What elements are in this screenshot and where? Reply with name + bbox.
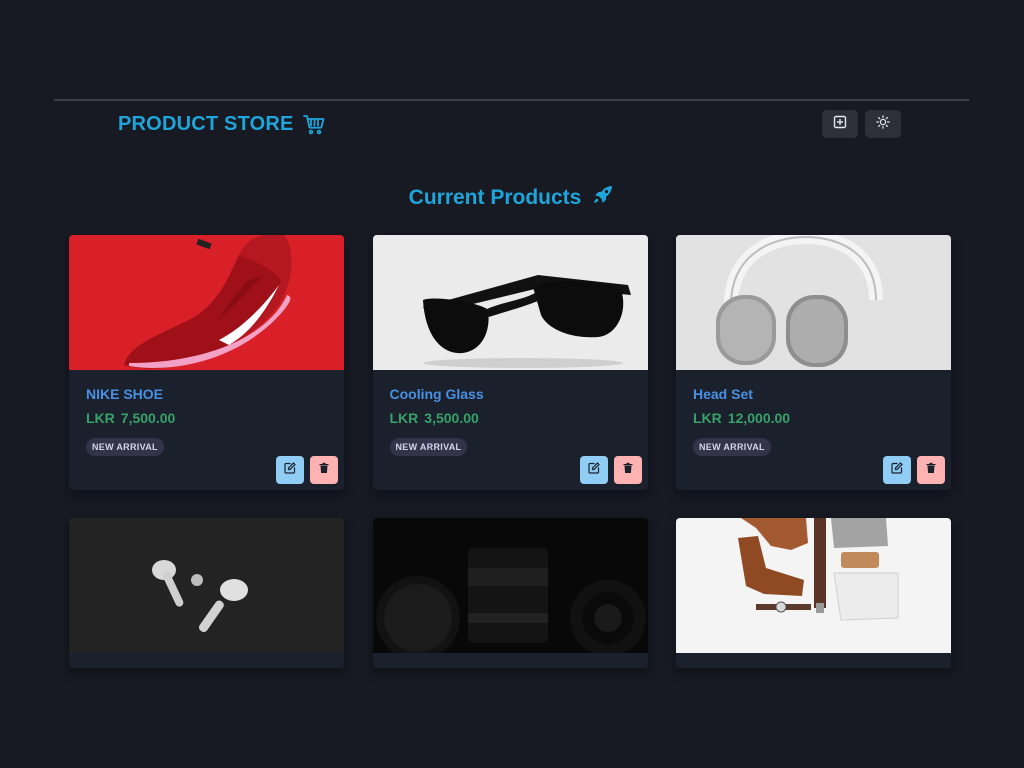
- delete-product-button[interactable]: [613, 456, 642, 484]
- product-image: [372, 235, 648, 370]
- product-card: [676, 518, 951, 668]
- edit-icon: [587, 461, 600, 479]
- product-image: [372, 518, 648, 653]
- trash-icon: [318, 461, 330, 479]
- price-value: 7,500.00: [120, 410, 176, 426]
- edit-icon: [891, 461, 903, 479]
- product-price: LKR 12,000.00: [693, 410, 935, 426]
- header-divider: [54, 99, 969, 101]
- product-price: LKR 3,500.00: [390, 410, 632, 426]
- new-arrival-badge: NEW ARRIVAL: [86, 438, 164, 456]
- product-name: Cooling Glass: [389, 386, 484, 402]
- currency-label: LKR: [693, 410, 722, 426]
- edit-product-button[interactable]: [579, 456, 608, 484]
- shopping-cart-icon: [302, 112, 326, 136]
- section-title: Current Products: [408, 186, 582, 209]
- section-heading: Current Products: [0, 183, 1024, 213]
- card-actions: [276, 456, 338, 484]
- plus-square-icon: [833, 115, 847, 134]
- product-store-page: PRODUCT STORE Current Products NIKE SHOE…: [0, 0, 1024, 768]
- product-name: Head Set: [693, 386, 753, 402]
- product-grid: NIKE SHOE LKR 7,500.00 NEW ARRIVAL Cooli…: [69, 235, 951, 668]
- brand-title: PRODUCT STORE: [118, 112, 294, 135]
- price-value: 3,500.00: [424, 410, 479, 426]
- product-card: Cooling Glass LKR 3,500.00 NEW ARRIVAL: [372, 235, 648, 490]
- card-actions: [883, 456, 945, 484]
- edit-product-button[interactable]: [276, 456, 304, 484]
- product-name: NIKE SHOE: [86, 386, 164, 402]
- product-image: [676, 235, 951, 370]
- product-price: LKR 7,500.00: [86, 410, 328, 426]
- new-arrival-badge: NEW ARRIVAL: [693, 438, 771, 456]
- trash-icon: [622, 461, 634, 479]
- price-value: 12,000.00: [727, 410, 791, 426]
- product-image: [69, 235, 344, 370]
- new-arrival-badge: NEW ARRIVAL: [389, 438, 468, 456]
- create-product-button[interactable]: [822, 110, 858, 138]
- sun-icon: [876, 114, 890, 134]
- currency-label: LKR: [389, 410, 419, 426]
- card-actions: [579, 456, 642, 484]
- delete-product-button[interactable]: [310, 456, 338, 484]
- toggle-theme-button[interactable]: [865, 110, 901, 138]
- header-actions: [822, 110, 901, 138]
- rocket-icon: [591, 183, 615, 213]
- product-image: [676, 518, 951, 653]
- edit-product-button[interactable]: [883, 456, 911, 484]
- product-card: [372, 518, 648, 668]
- brand-link[interactable]: PRODUCT STORE: [118, 110, 326, 138]
- edit-icon: [284, 461, 296, 479]
- product-card: Head Set LKR 12,000.00 NEW ARRIVAL: [676, 235, 951, 490]
- product-card: NIKE SHOE LKR 7,500.00 NEW ARRIVAL: [69, 235, 344, 490]
- trash-icon: [925, 461, 937, 479]
- currency-label: LKR: [86, 410, 115, 426]
- product-card: [69, 518, 344, 668]
- delete-product-button[interactable]: [917, 456, 945, 484]
- product-image: [69, 518, 344, 653]
